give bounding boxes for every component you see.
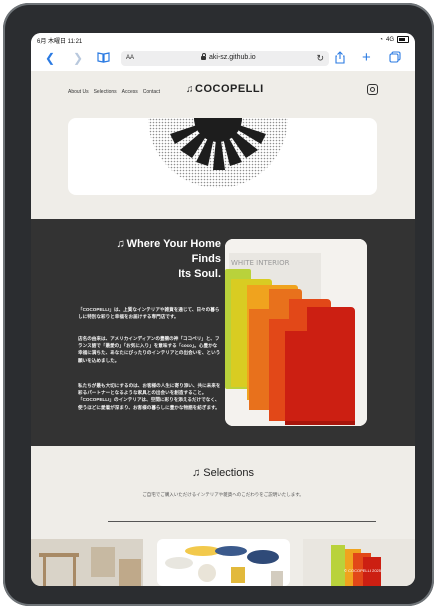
nav-access[interactable]: Access (122, 89, 138, 95)
nav-selections[interactable]: Selections (94, 89, 117, 95)
nav-about-us[interactable]: About Us (68, 89, 89, 95)
about-paragraph-2: 店名の由来は、アメリカインディアンの豊穣の神「ココペリ」と、フランス語で「最愛の… (78, 336, 221, 363)
tabs-icon[interactable] (389, 51, 401, 66)
copyright-text: © COCOPELLI 2025 (344, 568, 381, 573)
share-icon[interactable] (335, 51, 345, 67)
instagram-icon[interactable] (367, 84, 378, 95)
about-title-line1: Where Your Home Finds (126, 238, 221, 265)
kokopelli-icon: ♫ (191, 467, 201, 479)
selections-carousel (31, 539, 415, 586)
lock-icon (201, 53, 206, 60)
kokopelli-icon: ♫ (186, 84, 194, 95)
reader-aa-button[interactable]: AA (126, 55, 134, 61)
about-title-line2: Its Soul. (178, 268, 221, 280)
logo-text: COCOPELLI (195, 83, 264, 95)
status-bar: 6月 木曜日 11:21 ◔ 4G (31, 33, 415, 47)
address-bar[interactable]: AA aki-sz.github.io ↻ (121, 51, 329, 66)
about-section: ♫ Where Your Home Finds Its Soul. 「COCOPE… (31, 219, 415, 446)
about-photo: WHITE INTERIOR (225, 239, 367, 426)
browser-toolbar: ❮ ❯ AA aki-sz.github.io ↻ + (31, 47, 415, 72)
hero-sunburst-graphic (148, 118, 288, 188)
kokopelli-icon: ♫ (116, 238, 125, 250)
selection-thumb-tableware[interactable] (157, 539, 290, 586)
signal-label: 4G (385, 36, 394, 43)
site-nav: About Us Selections Access Contact (68, 89, 160, 95)
status-time: 6月 木曜日 11:21 (37, 39, 83, 45)
plus-icon[interactable]: + (362, 50, 371, 65)
photo-book-title: WHITE INTERIOR (231, 259, 290, 267)
about-paragraph-3: 私たちが最も大切にするのは、お客様の人生に寄り添い、共に未来を彩るパートナーとな… (78, 383, 221, 410)
selections-subtitle: ご自宅でご購入いただけるインテリアや雑貨へのこだわりをご説明いたします。 (142, 492, 304, 497)
battery-icon (397, 36, 409, 43)
ipad-frame: 6月 木曜日 11:21 ◔ 4G ❮ ❯ AA aki-sz.github.i… (3, 3, 434, 606)
selections-heading: ♫ Selections (31, 467, 415, 479)
back-icon[interactable]: ❮ (45, 51, 55, 65)
nav-contact[interactable]: Contact (143, 89, 160, 95)
selection-thumb-bookends[interactable] (303, 539, 415, 586)
wifi-icon: ◔ (379, 36, 383, 43)
selections-title: Selections (203, 467, 254, 479)
about-heading: ♫ Where Your Home Finds Its Soul. (86, 237, 221, 282)
book-icon[interactable] (97, 51, 110, 66)
forward-icon[interactable]: ❯ (73, 51, 83, 65)
about-paragraph-1: 「COCOPELLI」は、上質なインテリアや雑貨を通じて、日々の暮らしに特別な彩… (78, 307, 220, 320)
section-divider (108, 521, 376, 522)
selection-thumb-furniture[interactable] (31, 539, 143, 586)
url-text: aki-sz.github.io (209, 54, 256, 61)
hero-image-card (68, 118, 377, 195)
screen: 6月 木曜日 11:21 ◔ 4G ❮ ❯ AA aki-sz.github.i… (31, 33, 415, 586)
colorful-bookends-image: WHITE INTERIOR (225, 239, 367, 426)
reload-icon[interactable]: ↻ (316, 53, 324, 64)
site-logo[interactable]: ♫COCOPELLI (186, 83, 264, 95)
